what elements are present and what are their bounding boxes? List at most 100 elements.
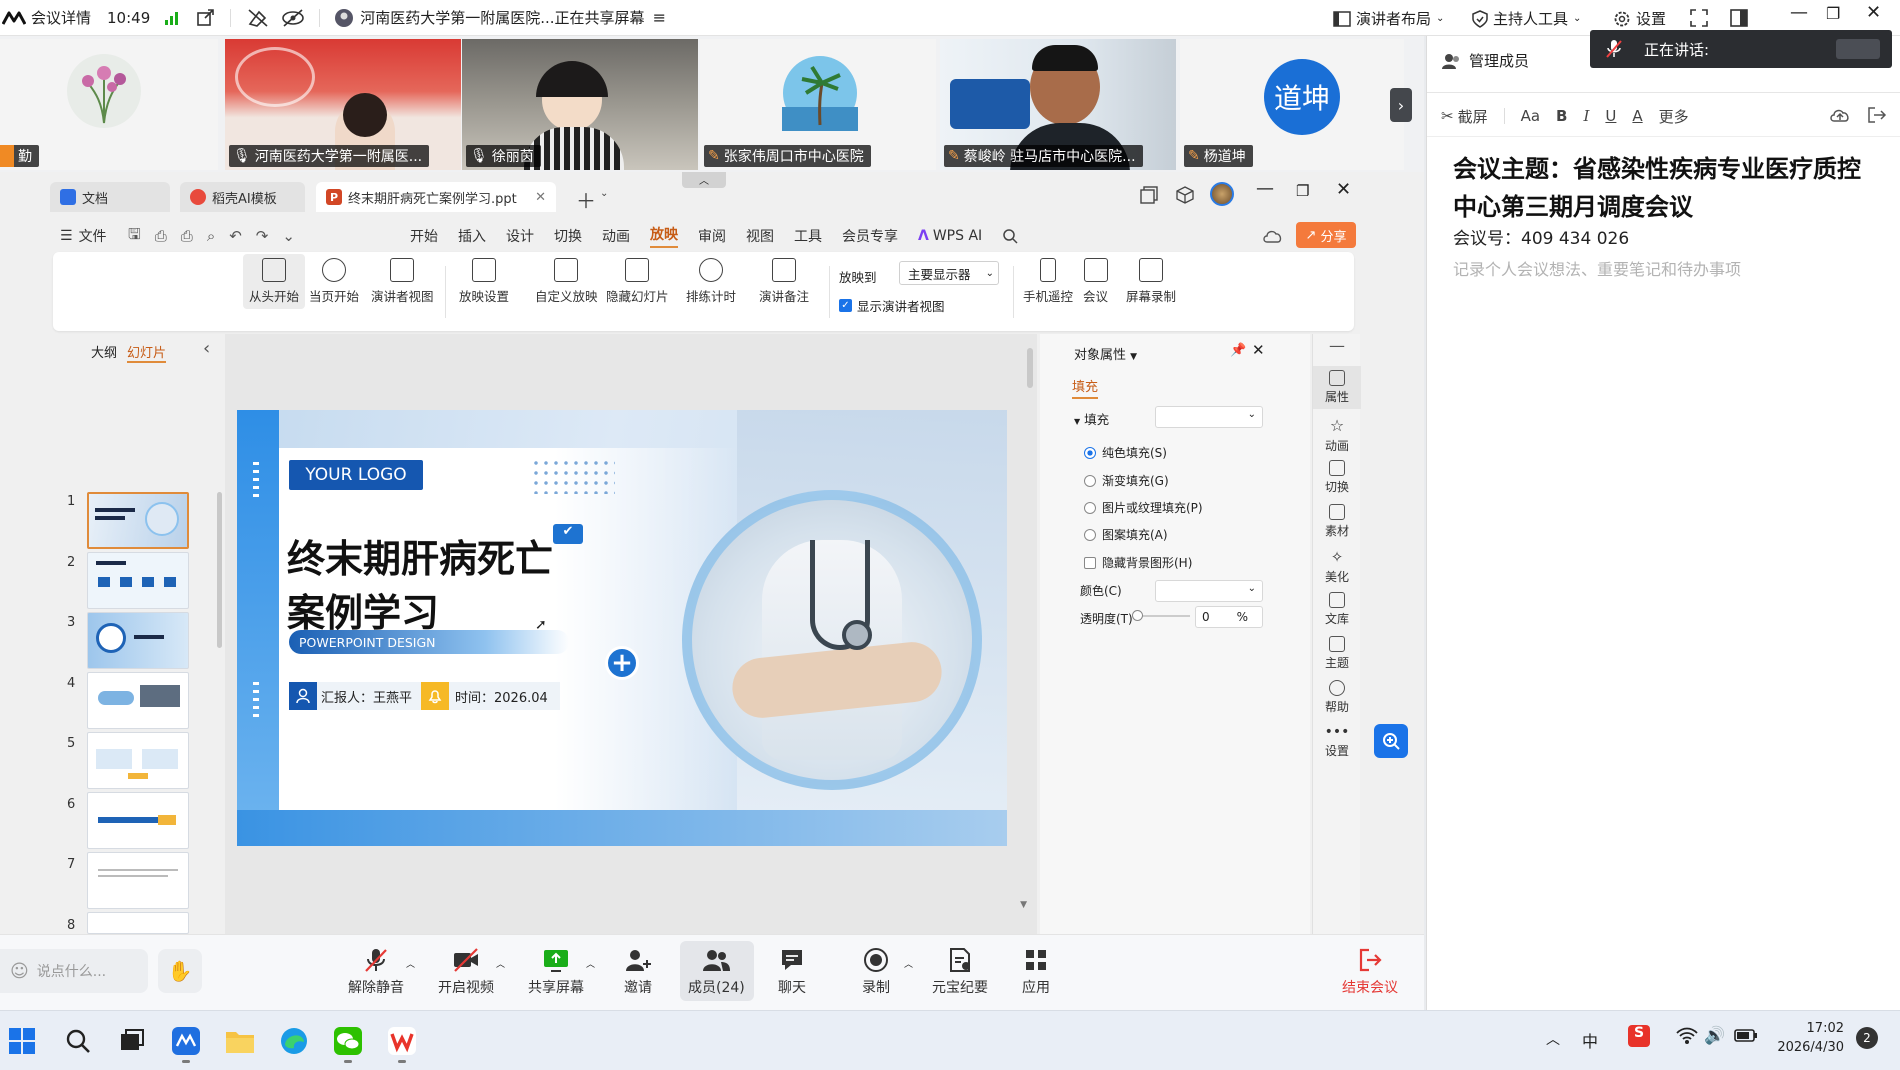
tab-outline[interactable]: 大纲 xyxy=(91,342,117,361)
record-button[interactable]: 录制 xyxy=(862,947,890,997)
task-properties[interactable]: 属性 xyxy=(1313,366,1361,409)
manage-members-button[interactable]: 管理成员 xyxy=(1441,50,1529,71)
settings-button[interactable]: 设置 xyxy=(1613,8,1666,29)
chevron-up-icon[interactable]: ︿ xyxy=(586,957,595,970)
host-tools-button[interactable]: 主持人工具 ⌄ xyxy=(1472,8,1581,29)
task-theme[interactable]: 主题 xyxy=(1313,636,1361,671)
meeting-detail[interactable]: 会议详情 xyxy=(2,7,91,28)
current-slide[interactable]: + YOUR LOGO ✔ 终末期肝病死亡 案例学习 POWERPOINT DE… xyxy=(237,410,1007,846)
participant-tile[interactable]: ✎ 张家伟周口市中心医院 xyxy=(700,39,936,170)
start-button[interactable] xyxy=(4,1023,40,1059)
export-icon[interactable] xyxy=(1867,106,1887,124)
rehearse-button[interactable]: 排练计时 xyxy=(686,258,736,305)
start-video-button[interactable]: 开启视频 xyxy=(438,947,494,997)
task-beautify[interactable]: ✧ 美化 xyxy=(1313,548,1361,585)
volume-icon[interactable]: 🔊 xyxy=(1704,1026,1725,1046)
zoom-float-button[interactable] xyxy=(1374,724,1408,758)
taskbar-wechat[interactable] xyxy=(330,1023,366,1063)
print-icon[interactable]: ⎙ xyxy=(181,227,193,245)
task-settings[interactable]: ••• 设置 xyxy=(1313,724,1361,759)
taskbar-file-explorer[interactable] xyxy=(222,1023,258,1059)
redo-icon[interactable]: ↷ xyxy=(256,227,269,245)
ai-minutes-button[interactable]: 元宝纪要 xyxy=(932,947,988,997)
menu-design[interactable]: 设计 xyxy=(506,226,534,246)
fill-select[interactable]: ⌄ xyxy=(1155,406,1263,428)
speaker-notes-button[interactable]: 演讲备注 xyxy=(759,258,809,305)
notes-input[interactable]: 记录个人会议想法、重要笔记和待办事项 xyxy=(1453,256,1741,280)
scroll-down-icon[interactable]: ▼ xyxy=(1020,900,1027,910)
slide-thumbnail-1[interactable] xyxy=(87,492,189,549)
more-button[interactable]: 更多 xyxy=(1659,106,1689,127)
wps-tray-icon[interactable]: S xyxy=(1628,1025,1650,1047)
wifi-icon[interactable] xyxy=(1676,1027,1698,1045)
minimize-icon[interactable]: — xyxy=(1790,2,1808,23)
transparency-input[interactable]: 0% xyxy=(1195,606,1263,628)
search-button[interactable] xyxy=(60,1023,96,1059)
share-screen-button[interactable]: 共享屏幕 xyxy=(528,947,584,997)
slide-thumbnail-8[interactable] xyxy=(87,912,189,934)
slide-thumbnail-4[interactable] xyxy=(87,672,189,729)
from-current-button[interactable]: 当页开始 xyxy=(309,258,359,305)
task-view-button[interactable] xyxy=(114,1023,150,1059)
preview-icon[interactable]: ⌕ xyxy=(207,227,215,245)
notification-badge[interactable]: 2 xyxy=(1856,1027,1878,1049)
show-settings-button[interactable]: 放映设置 xyxy=(459,258,509,305)
members-button[interactable]: 成员(24) xyxy=(688,947,745,997)
gradient-fill-radio[interactable]: 渐变填充(G) xyxy=(1084,472,1169,489)
menu-animations[interactable]: 动画 xyxy=(602,226,630,246)
collapse-panel-icon[interactable]: ‹ xyxy=(203,338,210,359)
task-animation[interactable]: ☆ 动画 xyxy=(1313,416,1361,454)
font-button[interactable]: Aa xyxy=(1521,107,1540,125)
undo-icon[interactable]: ↶ xyxy=(229,227,242,245)
participant-tile[interactable]: 🎙 河南医药大学第一附属医... xyxy=(225,39,461,170)
annotation-off-icon[interactable] xyxy=(247,8,269,28)
clock[interactable]: 17:02 2026/4/30 xyxy=(1768,1019,1844,1057)
tab-docer-templates[interactable]: 稻壳AI模板 xyxy=(180,182,305,212)
taskbar-tencent-meeting[interactable] xyxy=(168,1023,204,1063)
menu-review[interactable]: 审阅 xyxy=(698,226,726,246)
menu-member[interactable]: 会员专享 xyxy=(842,226,898,246)
slide-thumbnail-2[interactable] xyxy=(87,552,189,609)
cloud-sync-icon[interactable] xyxy=(1262,228,1282,244)
taskbar-wps[interactable] xyxy=(384,1023,420,1063)
signal-icon[interactable] xyxy=(164,10,180,26)
chat-input[interactable]: ☺ 说点什么... xyxy=(0,949,148,993)
chat-button[interactable]: 聊天 xyxy=(778,947,806,997)
tab-slides[interactable]: 幻灯片 xyxy=(127,342,167,363)
bold-button[interactable]: B xyxy=(1556,107,1567,125)
tab-fill[interactable]: 填充 xyxy=(1072,376,1099,399)
restore-icon[interactable]: ❐ xyxy=(1826,4,1840,23)
external-link-icon[interactable] xyxy=(196,8,215,27)
battery-icon[interactable] xyxy=(1734,1027,1758,1043)
screenshot-button[interactable]: ✂ 截屏 xyxy=(1441,106,1488,127)
participant-tile[interactable]: 道坤 ✎ 杨道坤 xyxy=(1180,39,1404,170)
font-color-button[interactable]: A xyxy=(1632,107,1642,125)
custom-show-button[interactable]: 自定义放映 xyxy=(535,258,598,305)
share-button[interactable]: ↗ 分享 xyxy=(1296,222,1356,248)
monitor-select[interactable]: 主要显示器 ⌄ xyxy=(899,261,999,285)
chevron-up-icon[interactable]: ︿ xyxy=(406,957,415,970)
task-transition[interactable]: 切换 xyxy=(1313,460,1361,495)
layout-button[interactable]: 演讲者布局 ⌄ xyxy=(1333,8,1444,29)
slide-thumbnail-7[interactable] xyxy=(87,852,189,909)
file-menu[interactable]: ☰ 文件 xyxy=(60,222,107,250)
menu-wps-ai[interactable]: Ʌ WPS AI xyxy=(918,228,982,244)
fill-section-toggle[interactable]: ▼ 填充 xyxy=(1074,409,1109,428)
close-tab-icon[interactable]: ✕ xyxy=(535,190,546,205)
color-select[interactable]: ⌄ xyxy=(1155,580,1263,602)
menu-transitions[interactable]: 切换 xyxy=(554,226,582,246)
close-icon[interactable]: ✕ xyxy=(1336,179,1351,200)
show-presenter-checkbox[interactable]: ✓ 显示演讲者视图 xyxy=(839,296,945,315)
chevron-down-icon[interactable]: ⌄ xyxy=(600,188,608,199)
search-icon[interactable] xyxy=(1002,228,1018,244)
menu-home[interactable]: 开始 xyxy=(410,226,438,246)
end-meeting-button[interactable]: 结束会议 xyxy=(1342,947,1398,997)
properties-header[interactable]: 对象属性 ▼ xyxy=(1074,344,1137,363)
hide-slide-button[interactable]: 隐藏幻灯片 xyxy=(606,258,669,305)
screen-record-button[interactable]: 屏幕录制 xyxy=(1126,258,1176,305)
chevron-up-icon[interactable]: ︿ xyxy=(904,957,913,970)
close-icon[interactable]: ✕ xyxy=(1866,2,1881,23)
from-start-button[interactable]: 从头开始 xyxy=(243,254,306,309)
minimize-icon[interactable]: — xyxy=(1256,178,1274,199)
pattern-fill-radio[interactable]: 图案填充(A) xyxy=(1084,526,1168,543)
